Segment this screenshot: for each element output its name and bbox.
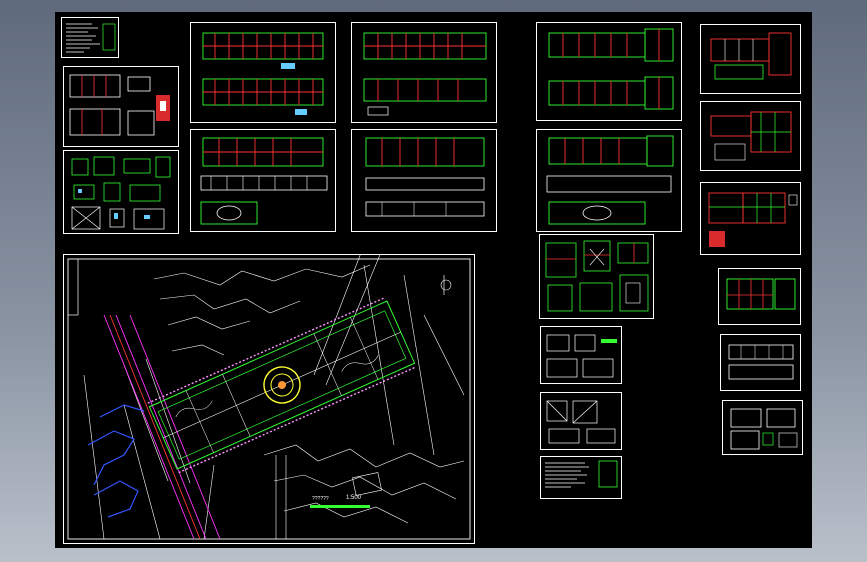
floor-plan-icon <box>548 28 674 110</box>
sheet-elevation-c[interactable] <box>536 129 682 232</box>
site-plan-drawing <box>67 255 471 540</box>
drawing-canvas[interactable]: 1:500 ?????? <box>55 12 812 548</box>
detail-icon <box>546 334 617 378</box>
elevation-icon <box>728 344 794 380</box>
sheet-design-notes-b[interactable] <box>540 456 622 499</box>
sheet-elevation-b[interactable] <box>351 129 497 232</box>
sheet-plan-g[interactable] <box>700 182 801 255</box>
detail-icon <box>546 400 616 444</box>
floor-plan-icon <box>710 32 792 80</box>
sheet-plan-c[interactable] <box>351 22 497 123</box>
sheet-plan-d[interactable] <box>536 22 682 121</box>
site-plan-scale: 1:500 <box>346 495 362 501</box>
detail-icon <box>71 156 171 230</box>
detail-icon <box>545 240 649 312</box>
sheet-plan-b[interactable] <box>190 22 336 123</box>
floor-plan-icon <box>363 32 487 116</box>
floor-plan-icon <box>710 111 792 161</box>
elevation-icon <box>365 137 485 217</box>
sheet-elevation-a[interactable] <box>190 129 336 232</box>
elevation-icon <box>546 135 674 225</box>
sheet-elevation-e[interactable] <box>722 400 803 455</box>
sheet-details-a[interactable] <box>63 150 179 234</box>
site-plan-title: ?????? <box>312 496 329 502</box>
floor-plan-icon <box>708 192 798 247</box>
sheet-details-c[interactable] <box>540 326 622 384</box>
sheet-elevation-d[interactable] <box>720 334 801 391</box>
floor-plan-icon <box>202 32 324 115</box>
sheet-details-d[interactable] <box>540 392 622 450</box>
sheet-plan-f[interactable] <box>700 101 801 171</box>
notes-icon <box>66 23 116 53</box>
sheet-plan-h[interactable] <box>718 268 801 325</box>
sheet-site-plan[interactable]: 1:500 ?????? <box>63 254 475 544</box>
elevation-icon <box>730 408 798 450</box>
floor-plan-icon <box>726 278 796 310</box>
elevation-icon <box>200 137 328 225</box>
sheet-design-notes[interactable] <box>61 17 119 58</box>
sheet-plan-a[interactable] <box>63 66 179 147</box>
notes-icon <box>545 460 618 488</box>
sheet-details-b[interactable] <box>539 234 654 319</box>
sheet-plan-e[interactable] <box>700 24 801 94</box>
floor-plan-icon <box>69 74 170 136</box>
